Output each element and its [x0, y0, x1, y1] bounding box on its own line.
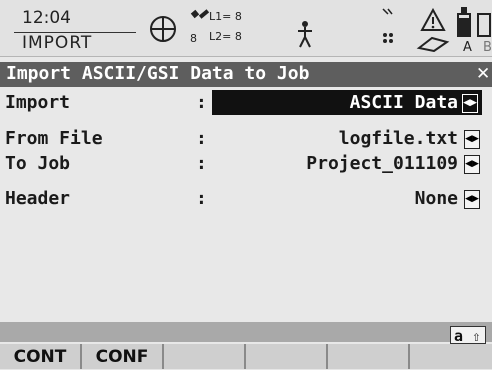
battery-icon — [456, 6, 492, 42]
l2-count: L2= 8 — [209, 30, 242, 43]
message-line — [0, 322, 492, 342]
field-value: ASCII Data — [349, 92, 458, 113]
field-colon: : — [196, 128, 207, 149]
softkey-f3[interactable] — [164, 344, 246, 369]
input-mode-label: a — [454, 327, 464, 345]
softkey-f4[interactable] — [246, 344, 328, 369]
crosshair-icon — [148, 14, 178, 48]
field-label: From File — [5, 128, 103, 149]
softkey-cont[interactable]: CONT — [0, 344, 82, 369]
field-value: None — [414, 188, 458, 209]
softkey-bar: CONT CONF — [0, 344, 492, 369]
dialog-title: Import ASCII/GSI Data to Job — [6, 63, 310, 84]
left-right-arrows-icon[interactable]: ◀▶ — [462, 94, 478, 113]
radio-icon — [380, 30, 396, 50]
screen: 12:04 IMPORT 8 L1= 8 L2= 8 A B Import AS… — [0, 0, 492, 369]
field-label: Import — [5, 92, 71, 113]
field-colon: : — [196, 188, 207, 209]
field-colon: : — [196, 153, 207, 174]
import-select[interactable]: ASCII Data ◀▶ — [212, 90, 482, 115]
field-value: Project_011109 — [306, 153, 458, 174]
left-right-arrows-icon[interactable]: ◀▶ — [464, 190, 480, 209]
softkey-conf[interactable]: CONF — [82, 344, 164, 369]
signal-icon — [380, 6, 396, 26]
card-icon — [416, 34, 450, 56]
field-to-job[interactable]: To Job : Project_011109 ◀▶ — [0, 151, 492, 177]
field-label: Header — [5, 188, 71, 209]
softkey-f5[interactable] — [328, 344, 410, 369]
left-right-arrows-icon[interactable]: ◀▶ — [464, 130, 480, 149]
field-colon: : — [196, 92, 207, 113]
softkey-f6[interactable] — [410, 344, 492, 369]
status-bar: 12:04 IMPORT 8 L1= 8 L2= 8 A B — [0, 0, 492, 57]
close-icon[interactable]: ✕ — [476, 64, 490, 84]
dialog-title-bar: Import ASCII/GSI Data to Job ✕ — [0, 62, 492, 87]
shift-arrow-icon: ⇧ — [472, 329, 481, 345]
field-header[interactable]: Header : None ◀▶ — [0, 186, 492, 212]
field-from-file[interactable]: From File : logfile.txt ◀▶ — [0, 126, 492, 152]
satellite-count: 8 — [190, 32, 197, 45]
field-value: logfile.txt — [338, 128, 458, 149]
battery-a-label: A — [463, 40, 472, 55]
clock: 12:04 — [22, 8, 71, 28]
field-label: To Job — [5, 153, 71, 174]
input-mode-indicator: a ⇧ — [450, 326, 486, 345]
field-import[interactable]: Import : ASCII Data ◀▶ — [0, 90, 492, 116]
left-right-arrows-icon[interactable]: ◀▶ — [464, 155, 480, 174]
current-mode: IMPORT — [22, 33, 93, 53]
battery-b-label: B — [483, 40, 492, 55]
l1-count: L1= 8 — [209, 10, 242, 23]
person-walking-icon — [294, 20, 316, 52]
